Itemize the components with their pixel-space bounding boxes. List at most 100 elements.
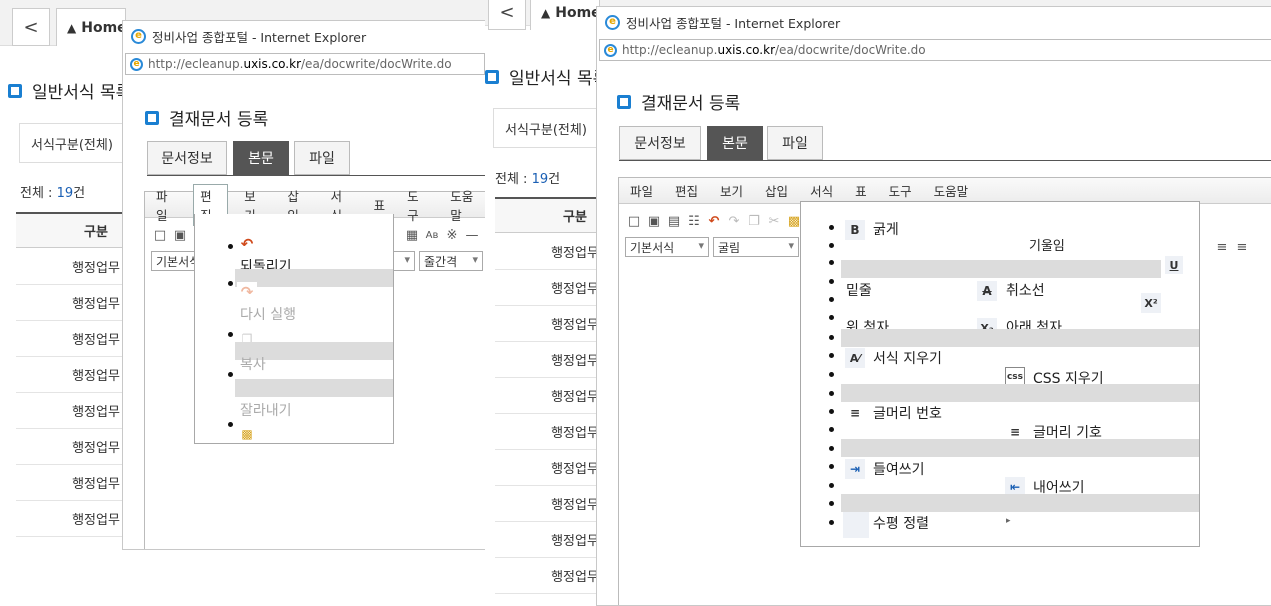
url-path: /ea/docwrite/docWrite.do: [301, 57, 452, 71]
bullet-list-icon[interactable]: ≡: [1233, 238, 1251, 256]
menu-0[interactable]: 파일: [619, 181, 664, 200]
title-square-icon: [145, 110, 159, 125]
list-page-title: 일반서식 목록: [8, 78, 131, 103]
tab-file[interactable]: 파일: [294, 141, 350, 175]
cut-icon[interactable]: ✂: [765, 212, 783, 230]
redo-icon: ↷: [237, 282, 257, 302]
menu-item-redo[interactable]: 다시 실행: [240, 304, 296, 324]
menu-item-copy[interactable]: 복사: [240, 354, 266, 374]
home-tab-right[interactable]: ▲ Home: [530, 0, 601, 30]
menu-4[interactable]: 서식: [799, 181, 844, 200]
list-page-title-text-right: 일반서식 목록: [509, 69, 609, 89]
font-select[interactable]: 굴림: [713, 237, 799, 257]
menu-item-indent[interactable]: 들여쓰기: [873, 459, 925, 479]
menu-3[interactable]: 삽입: [754, 181, 799, 200]
category-filter-select[interactable]: 서식구분(전체): [19, 123, 139, 163]
tab-doc-info[interactable]: 문서정보: [147, 141, 227, 175]
ie-address-bar[interactable]: e http://ecleanup. uxis.co.kr/ea/docwrite…: [125, 53, 485, 75]
menu-item-numbered-list[interactable]: 글머리 번호: [873, 403, 942, 423]
home-tab-label-right: Home: [555, 4, 601, 21]
underline-icon: U: [1165, 256, 1183, 274]
numbered-list-icon[interactable]: ≡: [1213, 238, 1231, 256]
superscript-icon: X²: [1141, 293, 1161, 313]
url-prefix: http://ecleanup.: [148, 57, 244, 71]
menu-6[interactable]: 도구: [396, 186, 439, 224]
menu-5[interactable]: 표: [363, 195, 397, 214]
ie-title-bar-right: e 정비사업 종합포털 - Internet Explorer: [597, 7, 1271, 37]
preview-icon[interactable]: ☷: [685, 212, 703, 230]
format-menu-dropdown: B 굵게 기울임 U 밑줄 A 취소선 X² 위 첨자 X₂ 아래 첨자 A⁄ …: [800, 201, 1200, 547]
new-doc-icon[interactable]: □: [625, 212, 643, 230]
ie-title-bar: e 정비사업 종합포털 - Internet Explorer: [123, 21, 485, 51]
new-doc-icon[interactable]: □: [151, 226, 169, 244]
title-square-icon: [617, 94, 631, 109]
strikethrough-icon: A: [977, 281, 997, 301]
style-select[interactable]: 기본서식: [625, 237, 709, 257]
copy-icon[interactable]: ❐: [745, 212, 763, 230]
tab-underline-right: [619, 160, 1271, 161]
menu-0[interactable]: 파일: [145, 186, 188, 224]
submenu-arrow-icon: ▸: [1006, 516, 1011, 526]
ie-logo-icon: e: [131, 28, 146, 44]
tab-body[interactable]: 본문: [233, 141, 289, 175]
category-filter-select-right[interactable]: 서식구분(전체): [493, 108, 613, 148]
menu-6[interactable]: 도구: [878, 181, 923, 200]
spellcheck-icon[interactable]: Aв: [423, 226, 441, 244]
menu-5[interactable]: 표: [844, 181, 878, 200]
spacing-select[interactable]: 줄간격: [419, 251, 483, 271]
home-tab-label: Home: [81, 19, 127, 36]
total-count-value: 19: [56, 186, 74, 201]
doc-title-text: 결재문서 등록: [169, 110, 269, 130]
redo-icon[interactable]: ↷: [725, 212, 743, 230]
doc-title-text-right: 결재문서 등록: [641, 94, 741, 114]
ie-window-title-right: 정비사업 종합포털 - Internet Explorer: [626, 15, 841, 31]
ie-logo-icon: e: [605, 14, 620, 30]
menu-item-clear-format[interactable]: 서식 지우기: [873, 348, 942, 368]
align-icon: [843, 512, 869, 538]
numbered-list-icon: ≡: [845, 403, 865, 423]
url-domain: uxis.co.kr: [243, 57, 302, 71]
undo-icon[interactable]: ↶: [705, 212, 723, 230]
tooltip-italic: 기울임: [1029, 239, 1065, 254]
menu-item-strikethrough[interactable]: 취소선: [1006, 280, 1045, 300]
tab-file-right[interactable]: 파일: [767, 126, 823, 160]
menu-1[interactable]: 편집: [664, 181, 709, 200]
hr-icon[interactable]: —: [463, 226, 481, 244]
doc-title-right: 결재문서 등록: [617, 89, 740, 114]
home-icon: ▲: [541, 5, 551, 20]
tab-underline: [147, 175, 485, 176]
save-icon[interactable]: ▣: [171, 226, 189, 244]
clear-format-icon: A⁄: [845, 348, 865, 368]
paste-icon: ▩: [237, 424, 257, 443]
print-icon[interactable]: ▤: [665, 212, 683, 230]
title-square-icon: [8, 83, 22, 98]
tab-doc-info-right[interactable]: 문서정보: [619, 126, 701, 160]
list-page-title-text: 일반서식 목록: [32, 83, 132, 103]
page-favicon-icon: e: [130, 57, 143, 71]
special-char-icon[interactable]: ※: [443, 226, 461, 244]
menu-item-horizontal-align[interactable]: 수평 정렬: [873, 513, 929, 533]
menu-item-underline[interactable]: 밑줄: [846, 280, 872, 300]
undo-icon: ↶: [237, 234, 257, 254]
total-count-right: 전체 : 19건: [495, 172, 561, 187]
back-button[interactable]: <: [12, 8, 50, 46]
tab-body-right[interactable]: 본문: [707, 126, 763, 160]
title-square-icon: [485, 69, 499, 84]
ie-window-title: 정비사업 종합포털 - Internet Explorer: [152, 29, 367, 45]
save-icon[interactable]: ▣: [645, 212, 663, 230]
doc-title: 결재문서 등록: [145, 105, 268, 130]
image-icon[interactable]: ▦: [403, 226, 421, 244]
category-filter-label: 서식구분(전체): [31, 137, 113, 153]
home-tab[interactable]: ▲ Home: [56, 8, 127, 46]
ie-address-bar-right[interactable]: e http://ecleanup. uxis.co.kr/ea/docwrite…: [599, 39, 1271, 61]
home-icon: ▲: [67, 20, 77, 35]
menu-item-bold[interactable]: 굵게: [873, 219, 899, 239]
back-button-right[interactable]: <: [488, 0, 526, 30]
menu-item-cut[interactable]: 잘라내기: [240, 400, 292, 420]
edit-menu-dropdown: ↶ 되돌리기 ↷ 다시 실행 ❐ 복사 ✂ 잘라내기 ▩: [194, 214, 394, 444]
menu-7[interactable]: 도움말: [439, 186, 485, 224]
menu-2[interactable]: 보기: [709, 181, 754, 200]
indent-icon: ⇥: [845, 459, 865, 479]
list-page-title-right: 일반서식 목록: [485, 64, 608, 89]
menu-7[interactable]: 도움말: [923, 181, 980, 200]
